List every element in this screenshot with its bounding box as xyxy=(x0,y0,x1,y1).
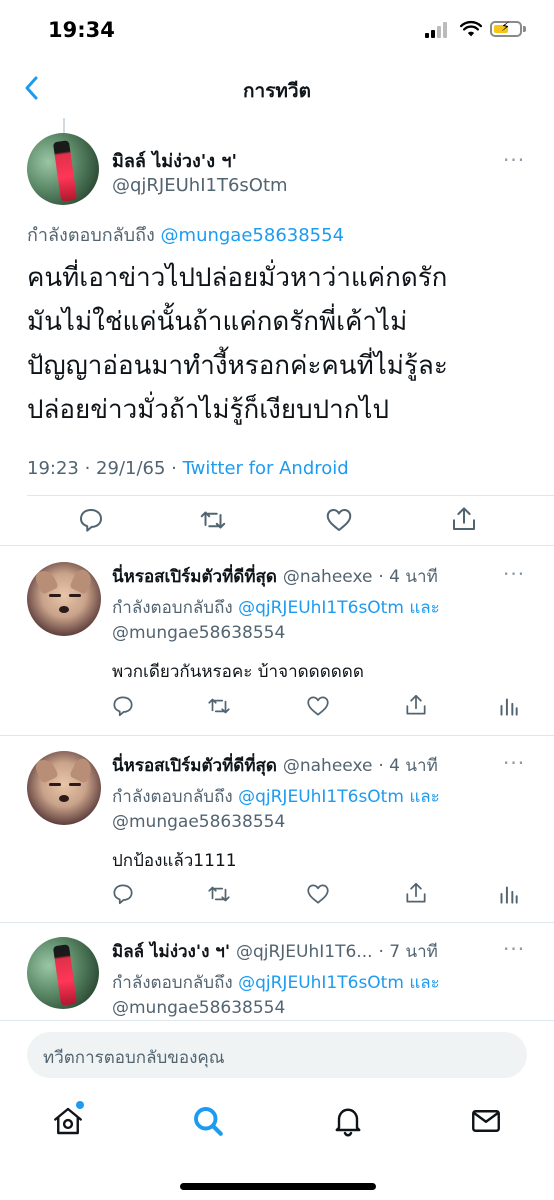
replying-and: และ xyxy=(409,598,440,618)
reply-icon[interactable] xyxy=(110,693,136,719)
tweet-timestamp: 19:23 · 29/1/65 · xyxy=(27,458,183,479)
divider xyxy=(0,922,554,923)
author-handle[interactable]: @qjRJEUhI1T6sOtm xyxy=(112,175,288,196)
replying-to: กำลังตอบกลับถึง @qjRJEUhI1T6sOtm และ xyxy=(112,969,440,996)
reply-author[interactable]: นี่หรอสเปิร์มตัวที่ดีที่สุด @naheexe · 4… xyxy=(112,752,438,779)
share-icon[interactable] xyxy=(449,504,479,534)
divider xyxy=(0,545,554,546)
reply-text: ปกป้องแล้ว1111 xyxy=(112,851,237,871)
tweet-text-line: ปล่อยข่าวมั่วถ้าไม่รู้ก็เงียบปากไป xyxy=(27,395,390,425)
tweet-text: คนที่เอาข่าวไปปล่อยมั่วหาว่าแค่กดรัก มัน… xyxy=(27,256,527,432)
mention-link[interactable]: @mungae58638554 xyxy=(112,812,285,832)
mention-link[interactable]: @qjRJEUhI1T6sOtm xyxy=(238,787,404,807)
author-handle[interactable]: @naheexe xyxy=(283,756,373,776)
more-options-icon[interactable]: ··· xyxy=(503,751,525,775)
messages-icon[interactable] xyxy=(468,1103,504,1139)
new-content-indicator xyxy=(76,1101,84,1109)
reply-age: · 7 นาที xyxy=(378,942,438,962)
more-options-icon[interactable]: ··· xyxy=(503,562,525,586)
replying-prefix: กำลังตอบกลับถึง xyxy=(112,787,233,807)
avatar[interactable] xyxy=(27,751,101,825)
reply-author[interactable]: มิลล์ ไม่ง่วง'ง ฯ' @qjRJEUhI1T6... · 7 น… xyxy=(112,938,438,965)
divider xyxy=(27,495,554,496)
more-options-icon[interactable]: ··· xyxy=(503,937,525,961)
wifi-icon xyxy=(459,20,483,38)
author-name[interactable]: มิลล์ ไม่ง่วง'ง ฯ' xyxy=(112,942,230,962)
replying-prefix: กำลังตอบกลับถึง xyxy=(112,973,233,993)
avatar[interactable] xyxy=(27,133,99,205)
cellular-signal-icon xyxy=(425,22,451,38)
tweet-text-line: คนที่เอาข่าวไปปล่อยมั่วหาว่าแค่กดรัก xyxy=(27,263,448,293)
mention-link[interactable]: @mungae58638554 xyxy=(161,225,345,246)
replying-to: กำลังตอบกลับถึง @qjRJEUhI1T6sOtm และ xyxy=(112,783,440,810)
author-handle[interactable]: @qjRJEUhI1T6... xyxy=(236,942,373,962)
divider xyxy=(0,735,554,736)
replying-prefix: กำลังตอบกลับถึง xyxy=(112,598,233,618)
tweet-text-line: ปัญญาอ่อนมาทำงี้หรอกค่ะคนที่ไม่รู้ละ xyxy=(27,351,448,381)
battery-icon: ⚡ xyxy=(490,20,522,37)
search-icon[interactable] xyxy=(190,1103,226,1139)
analytics-icon[interactable] xyxy=(495,881,521,907)
mention-link[interactable]: @mungae58638554 xyxy=(112,998,285,1018)
tweet-text-line: มันไม่ใช่แค่นั้นถ้าแค่กดรักพี่เค้าไม่ xyxy=(27,307,408,337)
reply-age: · 4 นาที xyxy=(378,567,438,587)
tweet-source[interactable]: Twitter for Android xyxy=(183,458,349,479)
replying-and: และ xyxy=(409,787,440,807)
reply-age: · 4 นาที xyxy=(378,756,438,776)
like-icon[interactable] xyxy=(324,505,354,535)
avatar[interactable] xyxy=(27,562,101,636)
more-options-icon[interactable]: ··· xyxy=(503,148,525,172)
like-icon[interactable] xyxy=(305,693,331,719)
replying-prefix: กำลังตอบกลับถึง xyxy=(27,225,155,246)
mention-link[interactable]: @qjRJEUhI1T6sOtm xyxy=(238,598,404,618)
reply-text: พวกเดียวกันหรอคะ บ้าจาดดดดดด xyxy=(112,662,364,682)
tweet-meta: 19:23 · 29/1/65 · Twitter for Android xyxy=(27,458,349,479)
retweet-icon[interactable] xyxy=(206,693,232,719)
mention-link[interactable]: @mungae58638554 xyxy=(112,623,285,643)
notifications-icon[interactable] xyxy=(330,1103,366,1139)
retweet-icon[interactable] xyxy=(198,505,228,535)
author-name[interactable]: นี่หรอสเปิร์มตัวที่ดีที่สุด xyxy=(112,567,277,587)
author-handle[interactable]: @naheexe xyxy=(283,567,373,587)
mention-link[interactable]: @qjRJEUhI1T6sOtm xyxy=(238,973,404,993)
avatar[interactable] xyxy=(27,937,99,1009)
reply-icon[interactable] xyxy=(110,881,136,907)
share-icon[interactable] xyxy=(403,880,429,906)
reply-composer-input[interactable]: ทวีตการตอบกลับของคุณ xyxy=(27,1032,527,1078)
author-name[interactable]: นี่หรอสเปิร์มตัวที่ดีที่สุด xyxy=(112,756,277,776)
page-title: การทวีต xyxy=(243,80,311,102)
reply-author[interactable]: นี่หรอสเปิร์มตัวที่ดีที่สุด @naheexe · 4… xyxy=(112,563,438,590)
author-name[interactable]: มิลล์ ไม่ง่วง'ง ฯ' xyxy=(112,146,237,175)
replying-and: และ xyxy=(409,973,440,993)
home-indicator xyxy=(180,1183,376,1190)
share-icon[interactable] xyxy=(403,692,429,718)
replying-to: กำลังตอบกลับถึง @mungae58638554 xyxy=(27,220,344,249)
replying-to: กำลังตอบกลับถึง @qjRJEUhI1T6sOtm และ xyxy=(112,594,440,621)
like-icon[interactable] xyxy=(305,881,331,907)
retweet-icon[interactable] xyxy=(206,881,232,907)
status-time: 19:34 xyxy=(48,18,115,42)
battery-nub xyxy=(523,26,526,32)
analytics-icon[interactable] xyxy=(495,693,521,719)
reply-icon[interactable] xyxy=(76,505,106,535)
